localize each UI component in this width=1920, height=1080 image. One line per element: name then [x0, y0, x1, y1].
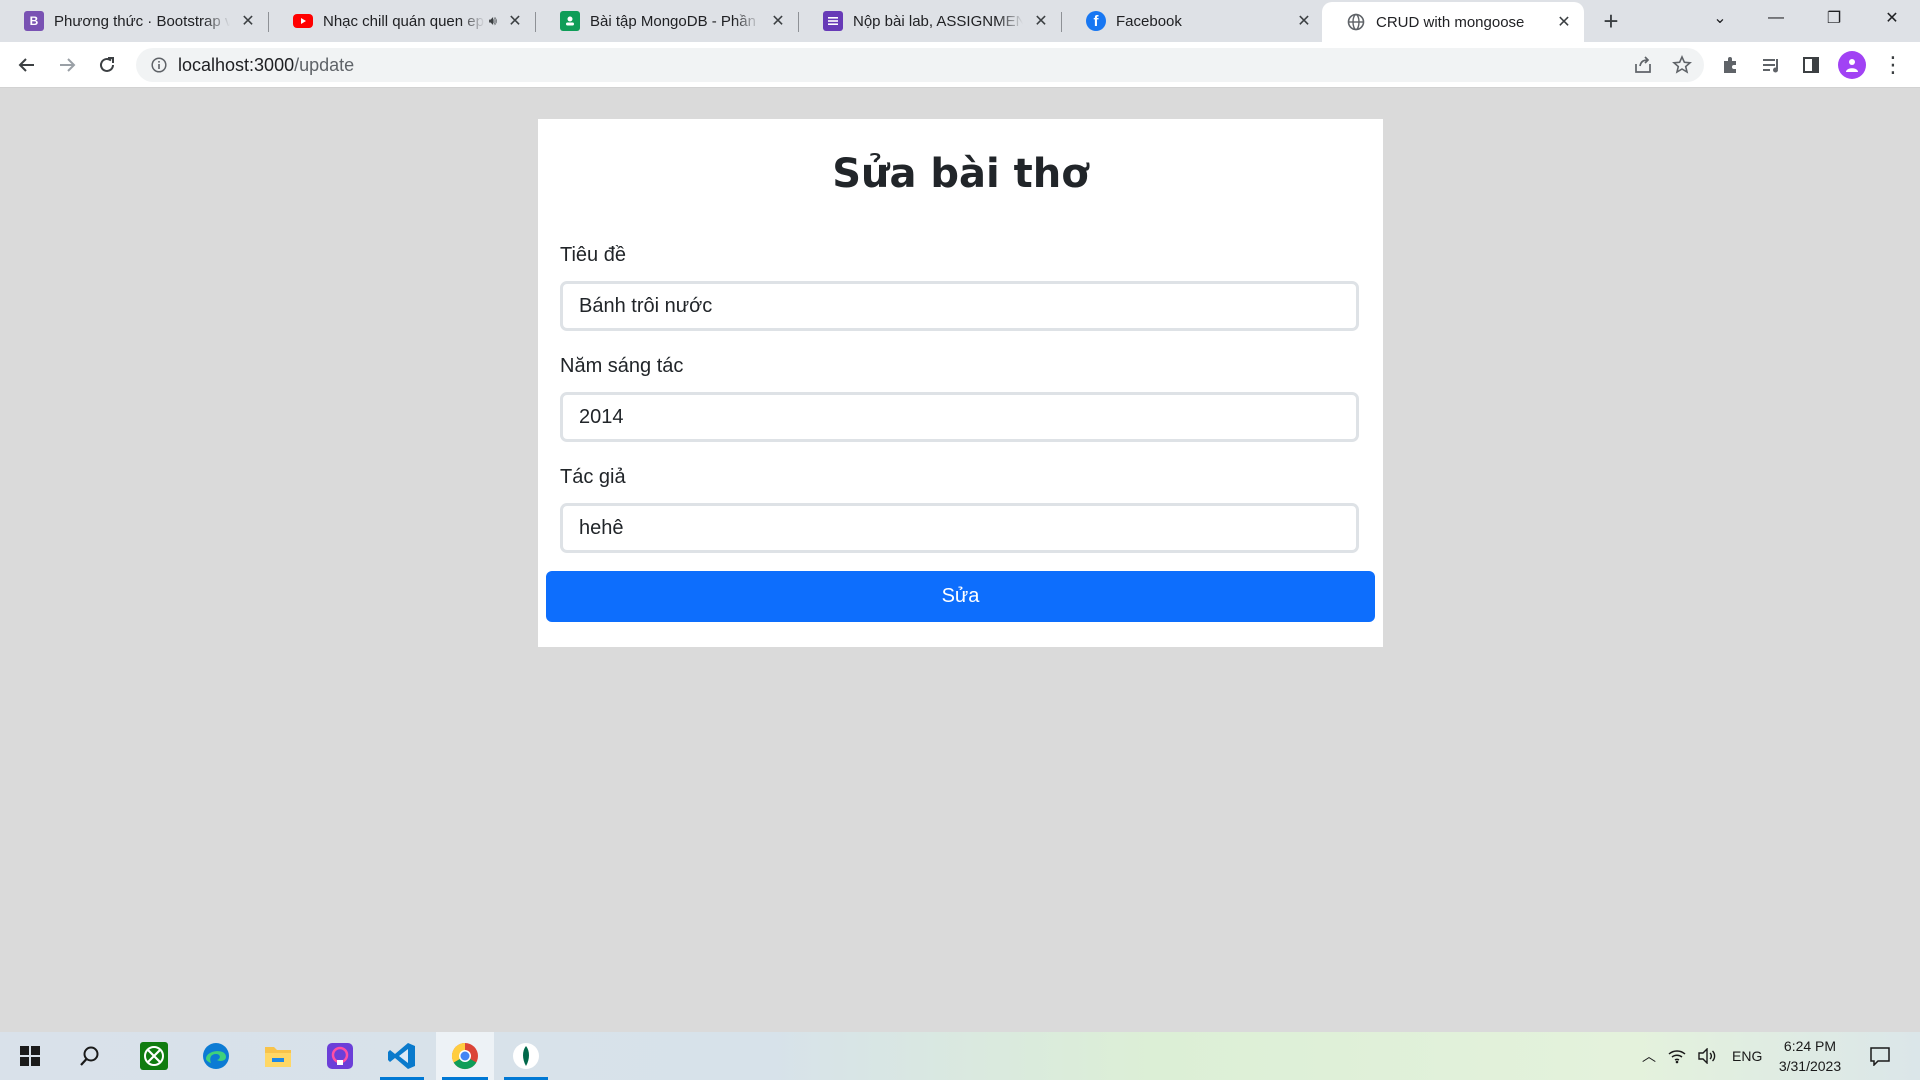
- author-input[interactable]: hehê: [560, 503, 1359, 553]
- year-label: Năm sáng tác: [560, 355, 684, 377]
- new-tab-button[interactable]: +: [1596, 6, 1626, 36]
- browser-tab-strip: B Phương thức · Bootstrap v5.3 ✕ Nhạc ch…: [0, 0, 1920, 42]
- google-classroom-icon: [560, 11, 580, 31]
- close-tab-icon[interactable]: ✕: [1031, 11, 1051, 31]
- minimize-icon[interactable]: ―: [1748, 0, 1804, 36]
- title-label: Tiêu đề: [560, 244, 626, 266]
- windows-start-icon[interactable]: [2, 1032, 58, 1080]
- close-tab-icon[interactable]: ✕: [505, 11, 525, 31]
- clock-date: 3/31/2023: [1778, 1058, 1842, 1074]
- page-title: Sửa bài thơ: [832, 151, 1089, 197]
- back-icon[interactable]: [11, 49, 43, 81]
- xbox-icon[interactable]: [126, 1032, 182, 1080]
- close-tab-icon[interactable]: ✕: [768, 11, 788, 31]
- restore-icon[interactable]: ❐: [1806, 0, 1862, 36]
- edge-icon[interactable]: [188, 1032, 244, 1080]
- youtube-icon: [293, 11, 313, 31]
- chrome-menu-icon[interactable]: ⋮: [1877, 49, 1909, 81]
- close-tab-icon[interactable]: ✕: [1294, 11, 1314, 31]
- url-text[interactable]: localhost:3000/update: [178, 55, 354, 76]
- tab-mongodb-exercise[interactable]: Bài tập MongoDB - Phần 3 ✕: [536, 0, 798, 42]
- audio-playing-icon[interactable]: 🔊︎: [489, 13, 497, 29]
- tab-title: Nhạc chill quán quen ep: [323, 12, 484, 30]
- tab-assignment[interactable]: Nộp bài lab, ASSIGNMENT ✕: [799, 0, 1061, 42]
- tab-search-chevron-icon[interactable]: ⌄: [1692, 0, 1748, 36]
- tab-title: Phương thức · Bootstrap v5.3: [54, 12, 230, 30]
- edit-poem-form: Sửa bài thơ Tiêu đề Bánh trôi nước Năm s…: [538, 119, 1383, 647]
- tab-title: Bài tập MongoDB - Phần 3: [590, 12, 760, 30]
- tab-crud-mongoose[interactable]: CRUD with mongoose ✕: [1322, 2, 1584, 42]
- chrome-icon[interactable]: [436, 1032, 494, 1080]
- title-input[interactable]: Bánh trôi nước: [560, 281, 1359, 331]
- side-panel-icon[interactable]: [1795, 49, 1827, 81]
- search-icon[interactable]: [62, 1032, 118, 1080]
- notification-center-icon[interactable]: [1854, 1032, 1906, 1080]
- extensions-icon[interactable]: [1714, 49, 1746, 81]
- close-window-icon[interactable]: ✕: [1864, 0, 1920, 36]
- app-icon[interactable]: [312, 1032, 368, 1080]
- close-tab-icon[interactable]: ✕: [238, 11, 258, 31]
- globe-icon: [1346, 12, 1366, 32]
- facebook-icon: f: [1086, 11, 1106, 31]
- tab-title: Facebook: [1116, 12, 1182, 30]
- close-tab-icon[interactable]: ✕: [1554, 12, 1574, 32]
- list-icon: [823, 11, 843, 31]
- submit-edit-button[interactable]: Sửa: [546, 571, 1375, 622]
- tab-title: Nộp bài lab, ASSIGNMENT: [853, 12, 1023, 30]
- system-tray: ︿ ENG: [1636, 1032, 1762, 1080]
- tab-bootstrap[interactable]: B Phương thức · Bootstrap v5.3 ✕: [0, 0, 268, 42]
- author-label: Tác giả: [560, 466, 626, 488]
- clock[interactable]: 6:24 PM 3/31/2023: [1760, 1036, 1860, 1076]
- page-viewport: Sửa bài thơ Tiêu đề Bánh trôi nước Năm s…: [0, 88, 1920, 1032]
- media-control-icon[interactable]: [1755, 49, 1787, 81]
- url-host: localhost:3000: [178, 54, 295, 75]
- file-explorer-icon[interactable]: [250, 1032, 306, 1080]
- address-bar[interactable]: localhost:3000/update: [136, 48, 1704, 82]
- site-info-icon[interactable]: [144, 57, 174, 73]
- vscode-icon[interactable]: [374, 1032, 430, 1080]
- bookmark-star-icon[interactable]: [1666, 49, 1698, 81]
- network-icon[interactable]: [1662, 1048, 1692, 1064]
- language-indicator[interactable]: ENG: [1732, 1048, 1762, 1064]
- windows-taskbar: ︿ ENG 6:24 PM 3/31/2023: [0, 1032, 1920, 1080]
- reload-icon[interactable]: [91, 49, 123, 81]
- year-input[interactable]: 2014: [560, 392, 1359, 442]
- tab-youtube[interactable]: Nhạc chill quán quen ep 🔊︎ ✕: [269, 0, 535, 42]
- forward-icon[interactable]: [51, 49, 83, 81]
- url-path: /update: [294, 54, 355, 75]
- clock-time: 6:24 PM: [1783, 1038, 1837, 1054]
- show-hidden-icons-chevron-icon[interactable]: ︿: [1636, 1046, 1662, 1066]
- browser-toolbar: localhost:3000/update ⋮: [0, 42, 1920, 88]
- profile-avatar[interactable]: [1838, 51, 1866, 79]
- volume-icon[interactable]: [1692, 1048, 1722, 1064]
- share-icon[interactable]: [1627, 49, 1659, 81]
- mongodb-compass-icon[interactable]: [498, 1032, 554, 1080]
- tab-facebook[interactable]: f Facebook ✕: [1062, 0, 1324, 42]
- tab-title: CRUD with mongoose: [1376, 13, 1525, 31]
- bootstrap-icon: B: [24, 11, 44, 31]
